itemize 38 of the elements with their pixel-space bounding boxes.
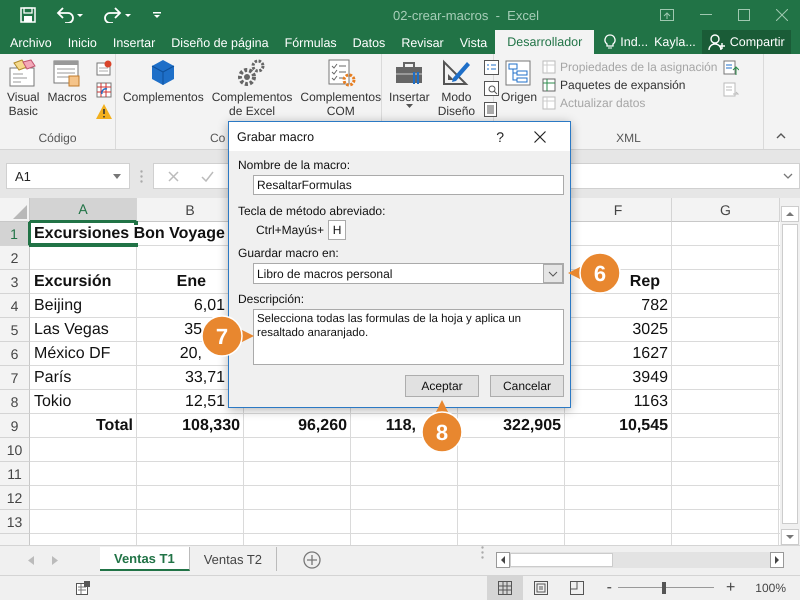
- table-cell: Ene: [176, 273, 206, 291]
- table-cell: 322,905: [503, 417, 561, 435]
- step-callout: 7: [200, 314, 254, 358]
- table-cell: Excursión: [34, 273, 112, 291]
- table-cell: 20,: [180, 345, 202, 363]
- group-label: Código: [38, 131, 77, 145]
- table-cell: 108,330: [182, 417, 240, 435]
- group-label: XML: [616, 131, 641, 145]
- table-cell: Las Vegas: [34, 321, 109, 339]
- group-label: Co: [210, 131, 226, 145]
- field-label: Tecla de método abreviado:: [238, 203, 386, 219]
- table-cell: Total: [96, 417, 133, 435]
- table-cell: París: [34, 369, 72, 387]
- table-cell: 10,545: [619, 417, 668, 435]
- field-label: Nombre de la macro:: [238, 157, 352, 173]
- table-cell: 1163: [634, 393, 668, 411]
- table-cell: 782: [641, 297, 668, 315]
- dialog-title: Grabar macro: [237, 130, 314, 144]
- table-cell: Tokio: [34, 393, 72, 411]
- table-cell: México DF: [34, 345, 110, 363]
- step-callout: 6: [568, 251, 622, 295]
- step-callout: 8: [420, 400, 464, 454]
- table-cell: 35: [184, 321, 202, 339]
- table-cell: Excursiones Bon Voyage: [34, 225, 225, 243]
- table-cell: Beijing: [34, 297, 82, 315]
- table-cell: 3025: [632, 321, 668, 339]
- field-label: Guardar macro en:: [238, 245, 340, 261]
- table-cell: 96,260: [298, 417, 347, 435]
- field-label: Descripción:: [238, 291, 306, 307]
- table-cell: 12,51: [184, 393, 225, 411]
- table-cell: 118,: [386, 417, 416, 435]
- table-cell: Rep: [630, 273, 660, 291]
- shortcut-prefix: Ctrl+Mayús+: [256, 223, 324, 237]
- table-cell: 3949: [632, 369, 668, 387]
- table-cell: 33,71: [184, 369, 225, 387]
- table-cell: 6,01: [194, 297, 225, 315]
- window-title: 02-crear-macros - Excel: [392, 8, 540, 22]
- table-cell: 1627: [632, 345, 668, 363]
